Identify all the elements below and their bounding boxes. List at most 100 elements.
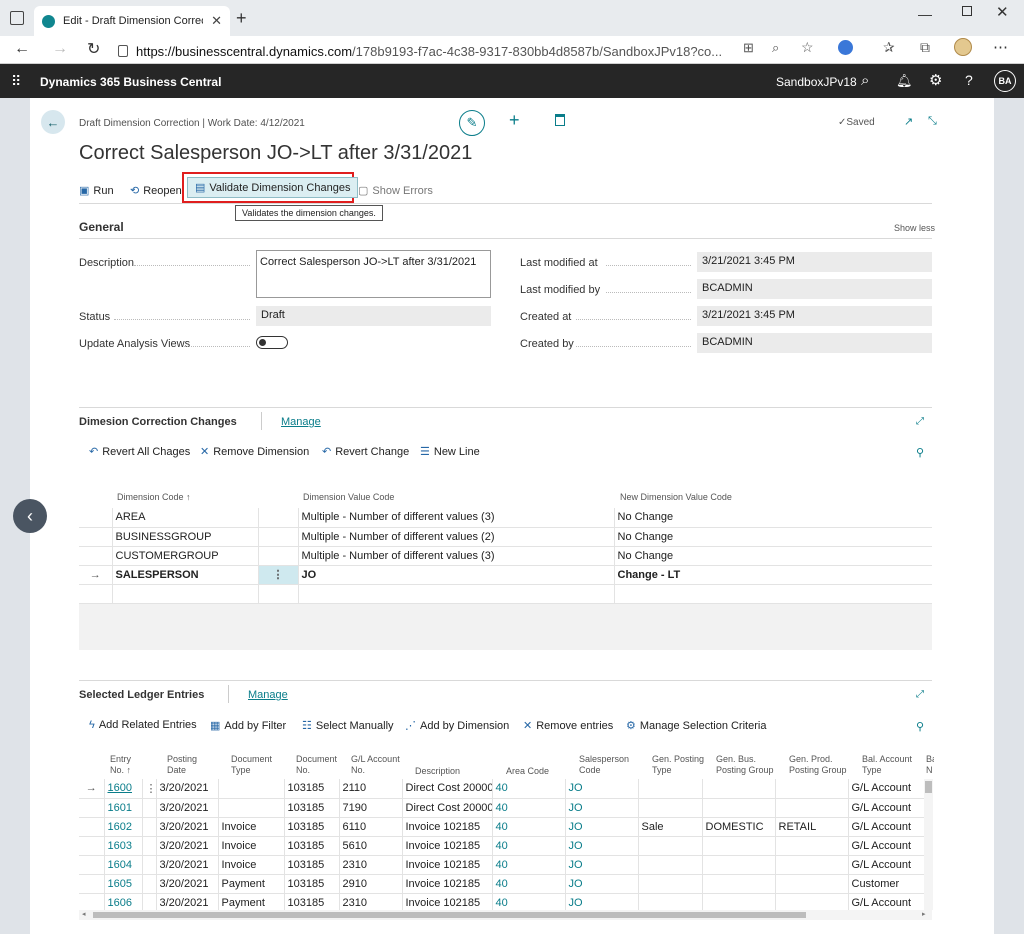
document-no-cell[interactable]: 103185 — [284, 893, 340, 910]
document-type-cell[interactable]: Invoice — [218, 836, 285, 856]
dimension-code-cell[interactable]: AREA — [112, 508, 259, 528]
vertical-scrollbar[interactable] — [924, 779, 933, 910]
previous-record-icon[interactable]: ‹ — [13, 499, 47, 533]
description-cell[interactable]: Invoice 102185 — [402, 817, 493, 837]
document-no-cell[interactable]: 103185 — [284, 798, 340, 818]
dimension-code-cell[interactable]: BUSINESSGROUP — [112, 527, 259, 547]
show-errors-button[interactable]: ▢ Show Errors — [358, 184, 433, 198]
favorites-icon[interactable]: ✰ — [883, 39, 895, 56]
area-code-cell[interactable]: 40 — [492, 779, 566, 799]
gl-account-no-cell[interactable]: 2310 — [339, 893, 403, 910]
row-menu-icon[interactable]: ⋮ — [258, 565, 299, 585]
show-less-link[interactable]: Show less — [894, 223, 935, 233]
table-row[interactable]: 1601 3/20/2021 1031857190Direct Cost 20000… — [79, 798, 924, 818]
gl-account-no-cell[interactable]: 2310 — [339, 855, 403, 875]
description-cell[interactable]: Invoice 102185 — [402, 855, 493, 875]
bal-account-type-cell[interactable]: G/L Account — [848, 836, 924, 856]
help-icon[interactable]: ? — [965, 72, 973, 88]
salesperson-code-cell[interactable]: JO — [565, 836, 639, 856]
table-row[interactable]: 1602 3/20/2021 Invoice 103185 6110 Invoice 10… — [79, 817, 924, 837]
gen-prod-posting-group-cell[interactable] — [775, 836, 849, 856]
bal-account-type-cell[interactable]: G/L Account — [848, 798, 924, 818]
table-row[interactable]: → 1600 ⋮ 3/20/2021 103185 2110 Direct Cost 200… — [79, 779, 924, 799]
bell-icon[interactable]: 🔔︎ — [896, 73, 913, 89]
expand-icon[interactable]: ⤢ — [916, 689, 924, 700]
entry-no-cell[interactable]: 1602 — [104, 817, 143, 837]
document-no-cell[interactable]: 103185 — [284, 779, 340, 799]
horizontal-scrollbar[interactable]: ◂ ▸ — [79, 910, 932, 920]
back-arrow-icon[interactable]: ← — [41, 110, 65, 134]
profile-avatar-icon[interactable] — [954, 38, 972, 56]
col-document-no[interactable]: Document No. — [296, 754, 341, 776]
new-tab-icon[interactable]: + — [236, 8, 247, 29]
col-gen-bus-posting-group[interactable]: Gen. Bus. Posting Group — [716, 754, 784, 776]
reopen-button[interactable]: ⟲ Reopen — [130, 184, 182, 198]
new-record-icon[interactable]: + — [509, 110, 520, 131]
col-bal-account-type[interactable]: Bal. Account Type — [862, 754, 918, 776]
gen-prod-posting-group-cell[interactable]: RETAIL — [775, 817, 849, 837]
description-cell[interactable]: Invoice 102185 — [402, 874, 493, 894]
area-code-cell[interactable]: 40 — [492, 836, 566, 856]
col-bal-account-no[interactable]: Ba N — [926, 754, 934, 776]
gen-bus-posting-group-cell[interactable] — [702, 798, 776, 818]
close-tab-icon[interactable]: ✕ — [211, 13, 222, 29]
entry-no-cell[interactable]: 1601 — [104, 798, 143, 818]
scroll-right-icon[interactable]: ▸ — [922, 910, 926, 918]
entry-no-cell[interactable]: 1605 — [104, 874, 143, 894]
col-gen-prod-posting-group[interactable]: Gen. Prod. Posting Group — [789, 754, 857, 776]
forward-icon[interactable]: → — [52, 40, 68, 58]
revert-all-changes-button[interactable]: ↶ Revert All Chages — [89, 445, 190, 459]
dimension-value-cell[interactable]: Multiple - Number of different values (3… — [298, 546, 615, 566]
tab-actions-icon[interactable] — [10, 11, 24, 25]
document-no-cell[interactable]: 103185 — [284, 874, 340, 894]
document-type-cell[interactable]: Invoice — [218, 817, 285, 837]
open-new-window-icon[interactable]: ↗ — [904, 115, 913, 128]
document-type-cell[interactable]: Payment — [218, 893, 285, 910]
pin-icon[interactable]: ⚲ — [916, 446, 924, 459]
new-value-cell[interactable]: No Change — [614, 508, 932, 528]
document-no-cell[interactable]: 103185 — [284, 836, 340, 856]
posting-date-cell[interactable]: 3/20/2021 — [156, 893, 219, 910]
search-icon[interactable]: ⌕ — [861, 72, 869, 89]
document-no-cell[interactable]: 103185 — [284, 817, 340, 837]
gen-bus-posting-group-cell[interactable] — [702, 893, 776, 910]
favorite-add-icon[interactable]: ☆ — [801, 39, 814, 56]
delete-icon[interactable] — [555, 114, 565, 126]
expand-icon[interactable]: ⤢ — [916, 416, 924, 427]
scroll-left-icon[interactable]: ◂ — [82, 910, 86, 918]
table-row[interactable]: 1603 3/20/2021 Invoice 103185 5610 Invoice 10… — [79, 836, 924, 856]
browser-menu-icon[interactable]: ⋯ — [993, 38, 1008, 56]
col-new-dimension-value-code[interactable]: New Dimension Value Code — [620, 492, 732, 503]
minimize-icon[interactable]: — — [918, 6, 932, 22]
table-row[interactable]: AREA Multiple - Number of different value… — [79, 508, 932, 528]
empty-cell[interactable] — [298, 584, 615, 604]
table-row[interactable]: 1604 3/20/2021 Invoice 103185 2310 Invoice 10… — [79, 855, 924, 875]
posting-date-cell[interactable]: 3/20/2021 — [156, 836, 219, 856]
document-type-cell[interactable] — [218, 798, 285, 818]
salesperson-code-cell[interactable]: JO — [565, 855, 639, 875]
gen-bus-posting-group-cell[interactable] — [702, 874, 776, 894]
entry-no-cell[interactable]: 1603 — [104, 836, 143, 856]
col-gl-account-no[interactable]: G/L Account No. — [351, 754, 407, 776]
collections-icon[interactable]: ⧉ — [920, 39, 930, 56]
document-type-cell[interactable]: Invoice — [218, 855, 285, 875]
gen-bus-posting-group-cell[interactable] — [702, 779, 776, 799]
add-related-entries-button[interactable]: ϟ Add Related Entries — [89, 719, 197, 731]
remove-entries-button[interactable]: ✕ Remove entries — [523, 719, 613, 733]
table-row[interactable]: CUSTOMERGROUP Multiple - Number of differ… — [79, 546, 932, 566]
dimension-value-cell[interactable]: Multiple - Number of different values (2… — [298, 527, 615, 547]
bal-account-type-cell[interactable]: Customer — [848, 874, 924, 894]
gl-account-no-cell[interactable]: 2110 — [339, 779, 403, 799]
gen-posting-type-cell[interactable] — [638, 836, 703, 856]
browser-tab[interactable]: Edit - Draft Dimension Correction ✕ — [34, 6, 230, 36]
bal-account-type-cell[interactable]: G/L Account — [848, 893, 924, 910]
gen-prod-posting-group-cell[interactable] — [775, 893, 849, 910]
add-by-filter-button[interactable]: ▦ Add by Filter — [210, 719, 286, 733]
gl-account-no-cell[interactable]: 2910 — [339, 874, 403, 894]
collapse-icon[interactable]: ⤡ — [928, 115, 937, 128]
add-by-dimension-button[interactable]: ⋰ Add by Dimension — [405, 719, 509, 733]
changes-manage-tab[interactable]: Manage — [281, 416, 321, 428]
ledger-manage-tab[interactable]: Manage — [248, 689, 288, 701]
document-type-cell[interactable]: Payment — [218, 874, 285, 894]
bal-account-type-cell[interactable]: G/L Account — [848, 855, 924, 875]
